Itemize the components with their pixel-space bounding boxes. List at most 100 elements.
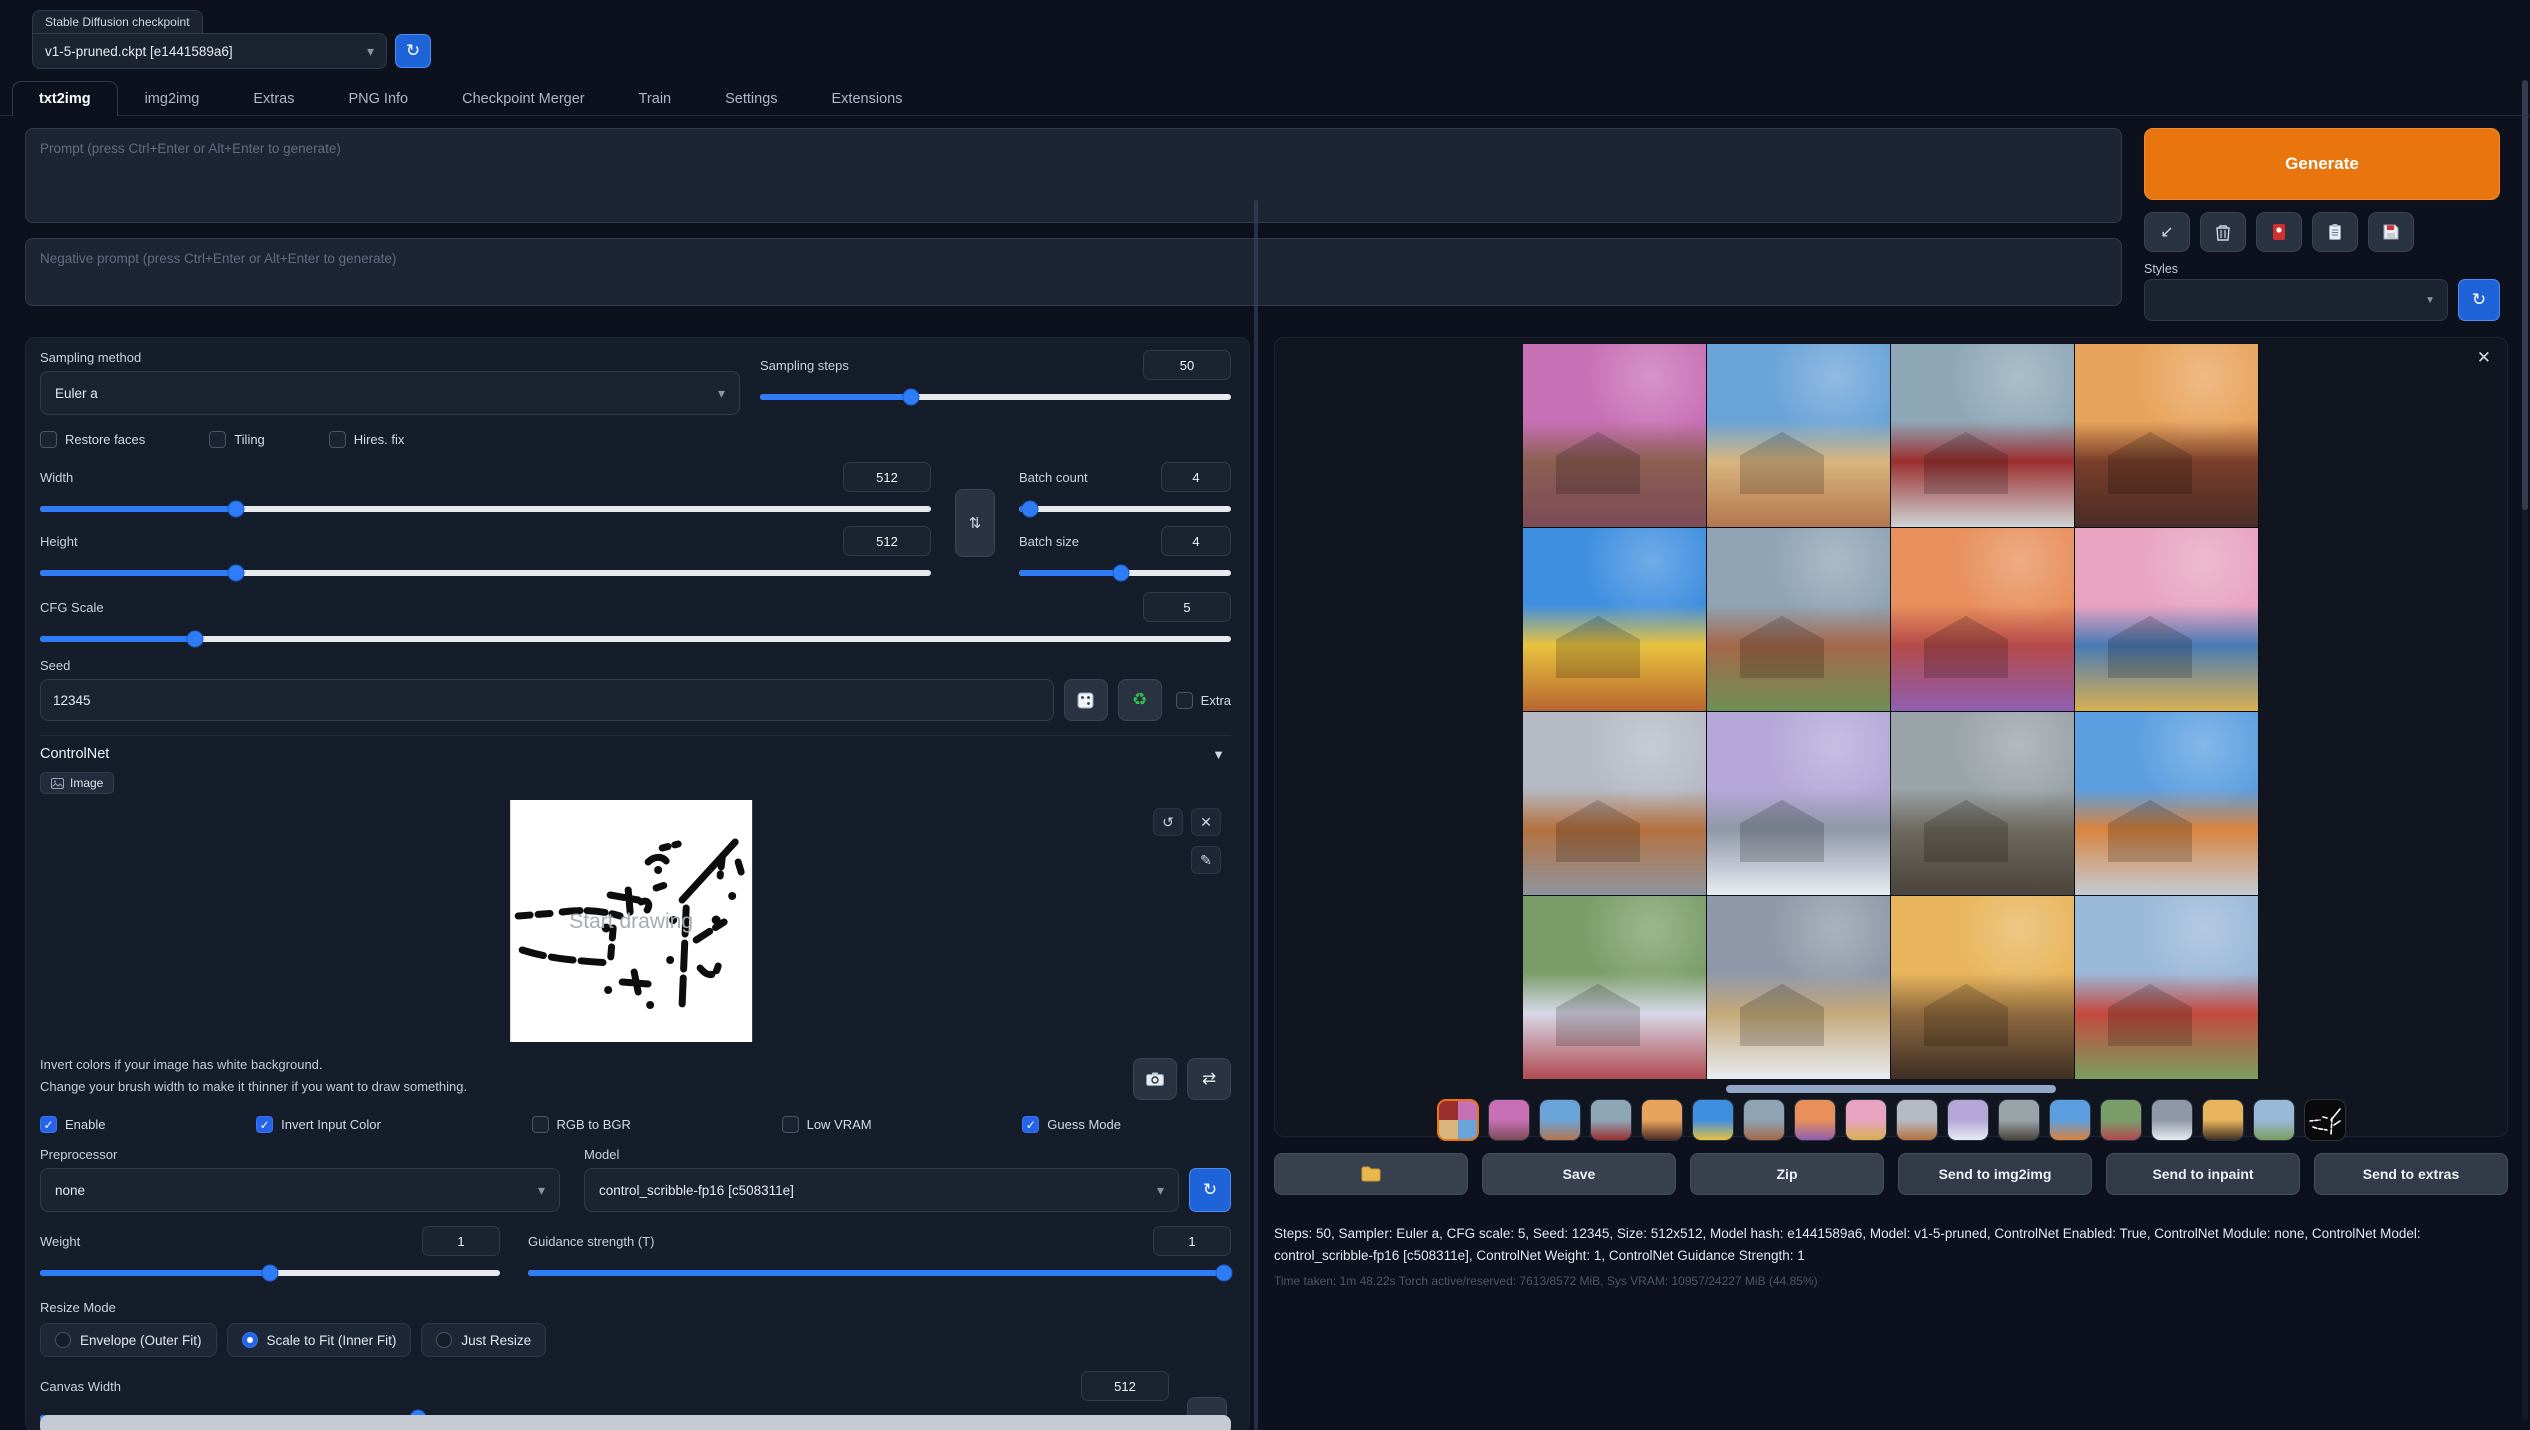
webcam-button[interactable] (1133, 1058, 1177, 1100)
tab-train[interactable]: Train (612, 81, 699, 116)
preprocessor-select[interactable]: none ▾ (40, 1168, 560, 1212)
result-image-2[interactable] (1707, 344, 1890, 527)
thumbnail-12[interactable] (1998, 1099, 2040, 1141)
tab-img2img[interactable]: img2img (118, 81, 227, 116)
result-image-16[interactable] (2075, 896, 2258, 1079)
checkbox-restore-faces[interactable]: Restore faces (40, 431, 145, 448)
save-button[interactable]: Save (1482, 1153, 1676, 1195)
clear-canvas-button[interactable]: ✕ (1191, 808, 1221, 836)
width-value[interactable]: 512 (843, 462, 931, 492)
clear-prompt-button[interactable] (2200, 212, 2246, 252)
reuse-seed-button[interactable]: ♻ (1118, 679, 1162, 721)
save-style-button[interactable] (2368, 212, 2414, 252)
slider-knob[interactable] (187, 632, 202, 647)
result-image-13[interactable] (1523, 896, 1706, 1079)
gallery-scrollbar[interactable] (1726, 1085, 2056, 1093)
batch-count-value[interactable]: 4 (1161, 462, 1231, 492)
result-image-8[interactable] (2075, 528, 2258, 711)
tab-settings[interactable]: Settings (698, 81, 804, 116)
send-to-extras-button[interactable]: Send to extras (2314, 1153, 2508, 1195)
slider-knob[interactable] (1216, 1266, 1231, 1281)
height-value[interactable]: 512 (843, 526, 931, 556)
thumbnail-8[interactable] (1794, 1099, 1836, 1141)
resize-option-just-resize[interactable]: Just Resize (421, 1323, 546, 1357)
guidance-strength-slider[interactable] (528, 1270, 1231, 1276)
result-image-1[interactable] (1523, 344, 1706, 527)
slider-knob[interactable] (1022, 502, 1037, 517)
sampling-method-select[interactable]: Euler a ▾ (40, 371, 740, 415)
resize-option-scale-to-fit-inner-fit-[interactable]: Scale to Fit (Inner Fit) (227, 1323, 412, 1357)
thumbnail-3[interactable] (1539, 1099, 1581, 1141)
width-slider[interactable] (40, 506, 931, 512)
model-select[interactable]: control_scribble-fp16 [c508311e] ▾ (584, 1168, 1179, 1212)
tab-png-info[interactable]: PNG Info (321, 81, 435, 116)
result-image-14[interactable] (1707, 896, 1890, 1079)
undo-stroke-button[interactable]: ↺ (1153, 808, 1183, 836)
thumbnail-16[interactable] (2202, 1099, 2244, 1141)
mirror-webcam-button[interactable]: ⇄ (1187, 1058, 1231, 1100)
thumbnail-15[interactable] (2151, 1099, 2193, 1141)
slider-knob[interactable] (263, 1266, 278, 1281)
controlnet-header[interactable]: ControlNet ▼ (40, 746, 1231, 762)
checkbox-enable[interactable]: ✓Enable (40, 1116, 105, 1133)
tab-checkpoint-merger[interactable]: Checkpoint Merger (435, 81, 612, 116)
page-scrollbar[interactable] (2522, 80, 2528, 1420)
prompt-input[interactable] (25, 128, 2122, 223)
slider-knob[interactable] (903, 390, 918, 405)
weight-slider[interactable] (40, 1270, 500, 1276)
checkpoint-select[interactable]: v1-5-pruned.ckpt [e1441589a6] ▾ (32, 33, 387, 69)
thumbnail-5[interactable] (1641, 1099, 1683, 1141)
thumbnail-14[interactable] (2100, 1099, 2142, 1141)
thumbnail-1[interactable] (1437, 1099, 1479, 1141)
thumbnail-10[interactable] (1896, 1099, 1938, 1141)
refresh-checkpoint-button[interactable]: ↻ (395, 34, 431, 68)
checkbox-rgb-to-bgr[interactable]: RGB to BGR (532, 1116, 631, 1133)
checkbox-hires-fix[interactable]: Hires. fix (329, 431, 405, 448)
sampling-steps-value[interactable]: 50 (1143, 350, 1231, 380)
styles-select[interactable]: ▼ (2144, 279, 2448, 321)
swap-dimensions-button[interactable]: ⇅ (955, 489, 995, 557)
thumbnail-4[interactable] (1590, 1099, 1632, 1141)
result-image-3[interactable] (1891, 344, 2074, 527)
controlnet-image-tab[interactable]: Image (40, 772, 114, 794)
tab-extensions[interactable]: Extensions (805, 81, 930, 116)
zip-button[interactable]: Zip (1690, 1153, 1884, 1195)
style-card-button[interactable] (2256, 212, 2302, 252)
cfg-scale-value[interactable]: 5 (1143, 592, 1231, 622)
scribble-canvas[interactable]: Start drawing (510, 800, 752, 1042)
apply-style-button[interactable] (2312, 212, 2358, 252)
slider-knob[interactable] (1113, 566, 1128, 581)
result-image-11[interactable] (1891, 712, 2074, 895)
script-section-bar[interactable] (40, 1415, 1231, 1430)
thumbnail-2[interactable] (1488, 1099, 1530, 1141)
guidance-strength-value[interactable]: 1 (1153, 1226, 1231, 1256)
weight-value[interactable]: 1 (422, 1226, 500, 1256)
batch-count-slider[interactable] (1019, 506, 1231, 512)
result-image-7[interactable] (1891, 528, 2074, 711)
resize-option-envelope-outer-fit-[interactable]: Envelope (Outer Fit) (40, 1323, 217, 1357)
sampling-steps-slider[interactable] (760, 394, 1231, 400)
checkbox-guess-mode[interactable]: ✓Guess Mode (1022, 1116, 1121, 1133)
thumbnail-9[interactable] (1845, 1099, 1887, 1141)
left-column-scrollbar[interactable] (1254, 200, 1258, 1430)
result-image-9[interactable] (1523, 712, 1706, 895)
generate-button[interactable]: Generate (2144, 128, 2500, 200)
checkbox-low-vram[interactable]: Low VRAM (782, 1116, 872, 1133)
thumbnail-11[interactable] (1947, 1099, 1989, 1141)
refresh-styles-button[interactable]: ↻ (2458, 279, 2500, 321)
refresh-models-button[interactable]: ↻ (1189, 1168, 1231, 1212)
open-folder-button[interactable] (1274, 1153, 1468, 1195)
result-image-4[interactable] (2075, 344, 2258, 527)
seed-input[interactable] (40, 679, 1054, 721)
result-image-6[interactable] (1707, 528, 1890, 711)
batch-size-value[interactable]: 4 (1161, 526, 1231, 556)
slider-knob[interactable] (229, 566, 244, 581)
thumbnail-13[interactable] (2049, 1099, 2091, 1141)
result-image-5[interactable] (1523, 528, 1706, 711)
height-slider[interactable] (40, 570, 931, 576)
thumbnail-17[interactable] (2253, 1099, 2295, 1141)
slider-knob[interactable] (229, 502, 244, 517)
thumbnail-7[interactable] (1743, 1099, 1785, 1141)
send-to-img2img-button[interactable]: Send to img2img (1898, 1153, 2092, 1195)
cfg-scale-slider[interactable] (40, 636, 1231, 642)
